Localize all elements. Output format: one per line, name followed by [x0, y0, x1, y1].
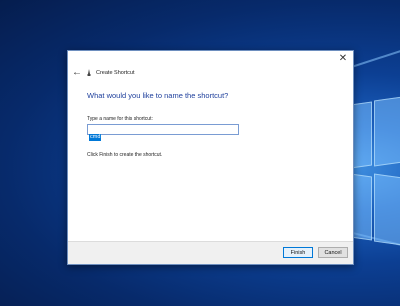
shortcut-icon [87, 69, 91, 76]
back-arrow-icon[interactable]: ← [72, 67, 82, 79]
shortcut-name-input[interactable]: cmd [87, 124, 239, 141]
page-heading: What would you like to name the shortcut… [87, 91, 229, 100]
dialog-titlebar: ← Create Shortcut [68, 67, 353, 81]
finish-button[interactable]: Finish [283, 247, 313, 258]
logo-pane [374, 95, 400, 167]
close-icon[interactable]: ✕ [337, 53, 349, 65]
shortcut-name-value: cmd [89, 134, 102, 141]
name-field-label: Type a name for this shortcut: [87, 116, 153, 122]
window-title: Create Shortcut [96, 70, 135, 76]
logo-pane [374, 173, 400, 247]
finish-hint: Click Finish to create the shortcut. [87, 152, 163, 158]
dialog-footer: Finish Cancel [68, 241, 353, 264]
cancel-button[interactable]: Cancel [318, 247, 348, 258]
create-shortcut-dialog: ✕ ← Create Shortcut What would you like … [67, 50, 354, 265]
